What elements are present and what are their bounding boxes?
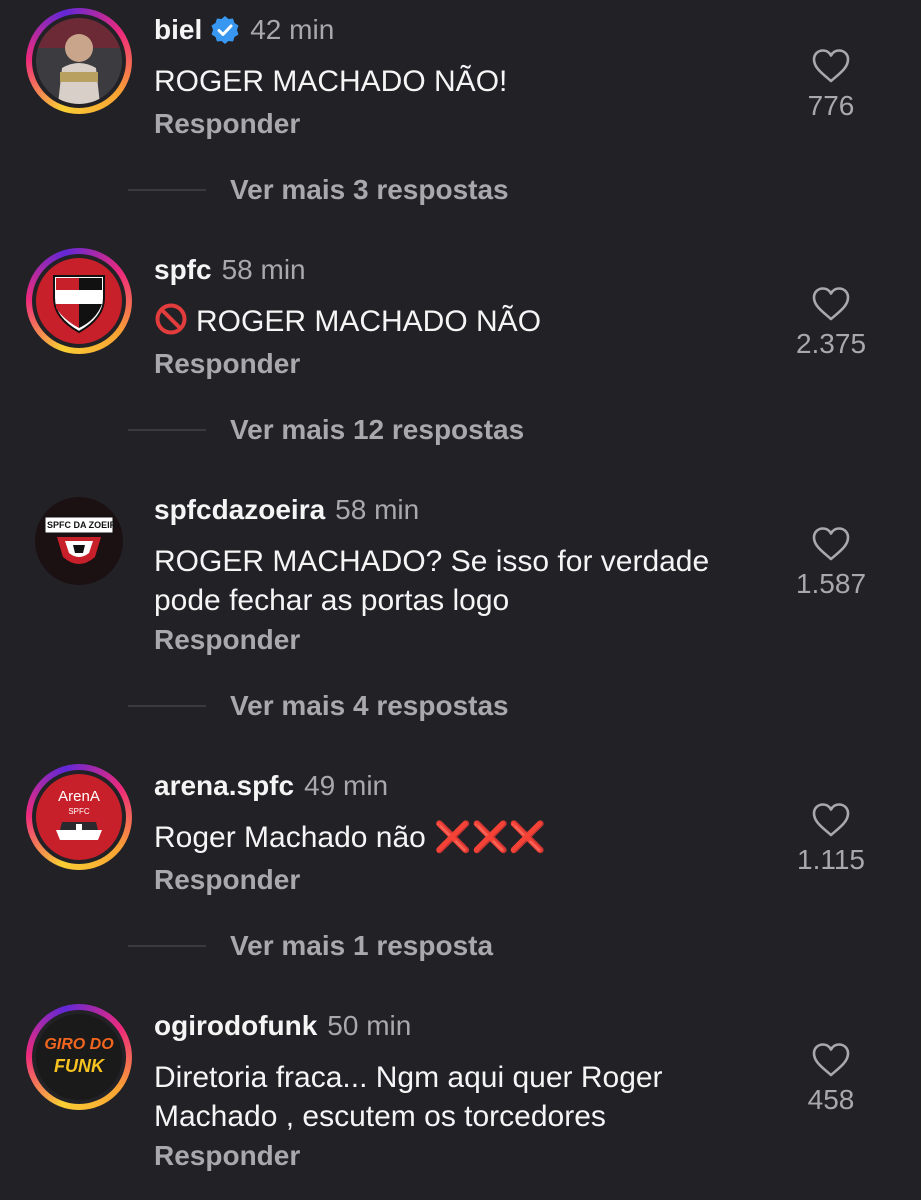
comment-header: biel 42 min (154, 8, 334, 52)
comment-time: 42 min (250, 14, 335, 45)
comment-text: ROGER MACHADO NÃO (154, 302, 794, 346)
like-count: 2.375 (795, 328, 867, 359)
comment-text: ROGER MACHADO NÃO! (154, 65, 508, 98)
view-replies-label: Ver mais 4 respostas (230, 690, 509, 721)
divider (128, 189, 206, 191)
prohibited-icon (154, 302, 188, 346)
like-button[interactable]: 2.375 (771, 286, 891, 360)
avatar-logo (36, 258, 122, 344)
avatar-label: ArenA (58, 788, 100, 805)
divider (128, 705, 206, 707)
like-count: 458 (807, 1084, 855, 1115)
view-replies-button[interactable]: Ver mais 4 respostas (128, 690, 509, 722)
verified-badge-icon (210, 15, 240, 45)
divider (128, 429, 206, 431)
view-replies-label: Ver mais 3 respostas (230, 174, 509, 205)
avatar-photo (36, 18, 122, 104)
avatar-logo: SPFC DA ZOEIRA (35, 497, 123, 585)
view-replies-button[interactable]: Ver mais 12 respostas (128, 414, 524, 446)
divider (128, 945, 206, 947)
view-replies-button[interactable]: Ver mais 1 resposta (128, 930, 493, 962)
heart-icon (812, 1043, 850, 1077)
comment-text: Roger Machado não ❌❌❌ (154, 818, 794, 857)
avatar[interactable]: GIRO DO FUNK (26, 1004, 132, 1110)
like-button[interactable]: 1.115 (771, 802, 891, 876)
comment-text-content: ROGER MACHADO NÃO (196, 305, 542, 338)
reply-button[interactable]: Responder (154, 864, 300, 896)
comment-text-line: ROGER MACHADO? Se isso for verdade (154, 545, 710, 578)
reply-button[interactable]: Responder (154, 348, 300, 380)
avatar-sublabel: SPFC (68, 807, 90, 816)
like-button[interactable]: 776 (771, 48, 891, 122)
like-button[interactable]: 1.587 (771, 526, 891, 600)
avatar-label: GIRO DO (44, 1036, 114, 1053)
cross-mark-icon: ❌❌❌ (434, 821, 547, 854)
comment-text-line: pode fechar as portas logo (154, 584, 510, 617)
view-replies-label: Ver mais 12 respostas (230, 414, 525, 445)
heart-icon (812, 287, 850, 321)
comment-header: arena.spfc 49 min (154, 764, 388, 808)
comment-time: 50 min (327, 1010, 412, 1041)
username[interactable]: spfcdazoeira (154, 494, 325, 526)
avatar-logo: GIRO DO FUNK (36, 1014, 122, 1100)
avatar[interactable]: SPFC DA ZOEIRA (26, 488, 132, 594)
avatar[interactable] (26, 8, 132, 114)
like-count: 1.587 (795, 568, 867, 599)
like-count: 1.115 (797, 844, 865, 875)
avatar-label: SPFC DA ZOEIRA (47, 520, 123, 530)
avatar-logo: ArenA SPFC (36, 774, 122, 860)
reply-button[interactable]: Responder (154, 624, 300, 656)
comment-text: Diretoria fraca... Ngm aqui quer Roger M… (154, 1058, 794, 1136)
avatar[interactable] (26, 248, 132, 354)
username[interactable]: ogirodofunk (154, 1010, 317, 1042)
comment-text-line: Machado , escutem os torcedores (154, 1100, 606, 1133)
comment-header: ogirodofunk 50 min (154, 1004, 411, 1048)
comment-time: 58 min (335, 494, 420, 525)
comment-time: 58 min (221, 254, 306, 285)
like-count: 776 (807, 90, 855, 121)
view-replies-label: Ver mais 1 resposta (230, 930, 494, 961)
reply-button[interactable]: Responder (154, 1140, 300, 1172)
heart-icon (812, 49, 850, 83)
comment-text-content: Roger Machado não (154, 821, 426, 854)
comment-text-line: Diretoria fraca... Ngm aqui quer Roger (154, 1061, 663, 1094)
username[interactable]: biel (154, 14, 202, 46)
comment-text: ROGER MACHADO? Se isso for verdade pode … (154, 542, 794, 620)
comment-header: spfc 58 min (154, 248, 306, 292)
comments-list: biel 42 min ROGER MACHADO NÃO! Responder… (0, 0, 921, 1200)
comment-time: 49 min (304, 770, 389, 801)
like-button[interactable]: 458 (771, 1042, 891, 1116)
username[interactable]: spfc (154, 254, 212, 286)
avatar[interactable]: ArenA SPFC (26, 764, 132, 870)
view-replies-button[interactable]: Ver mais 3 respostas (128, 174, 509, 206)
username[interactable]: arena.spfc (154, 770, 294, 802)
heart-icon (812, 803, 850, 837)
reply-button[interactable]: Responder (154, 108, 300, 140)
avatar-sublabel: FUNK (54, 1056, 104, 1076)
comment-header: spfcdazoeira 58 min (154, 488, 419, 532)
heart-icon (812, 527, 850, 561)
